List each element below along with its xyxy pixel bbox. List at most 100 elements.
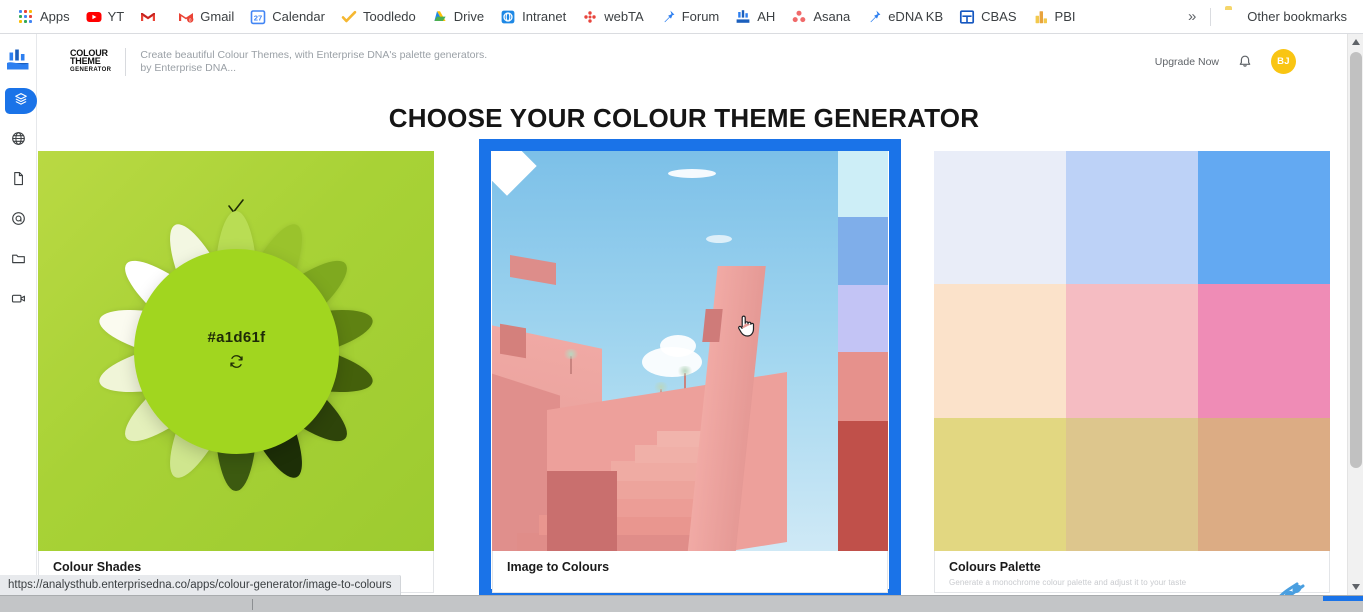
folder-icon: [11, 251, 26, 271]
palette-swatch[interactable]: [934, 151, 1066, 285]
bookmark-asana[interactable]: Asana: [783, 5, 858, 29]
app-sidebar: [0, 34, 37, 595]
bookmark-label: Drive: [453, 8, 485, 24]
sidebar-nav: [0, 88, 37, 314]
bookmark-calendar[interactable]: 27 Calendar: [242, 5, 333, 29]
bookmark-label: CBAS: [981, 8, 1017, 24]
palette-swatch[interactable]: [1198, 151, 1330, 285]
bookmark-toodledo[interactable]: Toodledo: [333, 5, 424, 29]
taskbar-accent: [1323, 596, 1363, 601]
main-content: CHOOSE YOUR COLOUR THEME GENERATOR #a1d6…: [38, 89, 1330, 595]
swatch: [838, 351, 888, 421]
bookmark-webta[interactable]: webTA: [574, 5, 652, 29]
document-icon: [11, 171, 26, 191]
sidebar-item-apps[interactable]: [4, 88, 37, 114]
colour-theme-generator-logo[interactable]: COLOUR THEME GENERATOR: [70, 49, 111, 75]
analysthub-logo[interactable]: [5, 48, 31, 72]
swatch: [838, 285, 888, 352]
bookmark-drive[interactable]: Drive: [424, 5, 492, 29]
swatch: [838, 420, 888, 551]
palette-swatch[interactable]: [934, 284, 1066, 418]
avatar[interactable]: BJ: [1271, 49, 1296, 74]
photo-preview: [492, 151, 888, 551]
webta-icon: [582, 9, 598, 25]
folder-icon: [1225, 9, 1241, 25]
analysthub-icon: [735, 9, 751, 25]
svg-text:27: 27: [254, 13, 262, 22]
cloud: [668, 169, 716, 178]
swatch: [838, 151, 888, 217]
card-thumbnail[interactable]: #a1d61f: [38, 151, 434, 551]
bookmarks-overflow-button[interactable]: »: [1180, 5, 1204, 29]
palette-swatch[interactable]: [934, 417, 1066, 551]
calendar-icon: 27: [250, 9, 266, 25]
app-tagline: Create beautiful Colour Themes, with Ent…: [140, 49, 487, 75]
page-scrollbar[interactable]: [1347, 34, 1363, 595]
window: [500, 323, 526, 359]
palette-swatch[interactable]: [1066, 284, 1198, 418]
generator-card-list: #a1d61f Colour Shades Image to Colours C…: [38, 139, 1330, 595]
bookmark-label: eDNA KB: [888, 8, 944, 24]
bookmark-forum[interactable]: Forum: [652, 5, 728, 29]
bookmark-gmail[interactable]: 0 Gmail: [170, 5, 242, 29]
card-image-to-colours[interactable]: Image to Colours: [479, 139, 901, 595]
card-thumbnail[interactable]: [934, 151, 1330, 551]
card-colour-shades[interactable]: #a1d61f Colour Shades: [38, 151, 434, 595]
palette-swatch[interactable]: [1198, 284, 1330, 418]
app-header: COLOUR THEME GENERATOR Create beautiful …: [38, 34, 1330, 89]
swatch: [838, 216, 888, 286]
sidebar-item-web[interactable]: [4, 128, 33, 154]
refresh-icon[interactable]: [228, 353, 245, 375]
power-bi-icon: [1033, 9, 1049, 25]
scrollbar-thumb[interactable]: [1350, 52, 1362, 468]
sidebar-item-documents[interactable]: [4, 168, 33, 194]
header-divider: [125, 47, 127, 76]
bookmark-label: YT: [107, 8, 125, 24]
bookmark-label: Forum: [681, 8, 720, 24]
upgrade-now-button[interactable]: Upgrade Now: [1155, 56, 1219, 68]
other-bookmarks-folder[interactable]: Other bookmarks: [1217, 5, 1355, 29]
bell-icon[interactable]: [1237, 54, 1253, 70]
pin-icon: [660, 9, 676, 25]
bookmark-mail[interactable]: [132, 5, 170, 29]
palette-swatch[interactable]: [1066, 151, 1198, 285]
card-title: Colours Palette: [949, 560, 1041, 574]
caret-down-icon[interactable]: [1348, 579, 1363, 595]
palette-swatch[interactable]: [1198, 417, 1330, 551]
bookmark-label: Calendar: [272, 8, 325, 24]
tagline-line-1: Create beautiful Colour Themes, with Ent…: [140, 48, 488, 61]
sidebar-item-target[interactable]: [4, 208, 33, 234]
palette-swatch[interactable]: [1066, 417, 1198, 551]
logo-line-3: GENERATOR: [70, 66, 112, 73]
apps-grid-icon: [18, 9, 34, 25]
bookmark-ah[interactable]: AH: [727, 5, 783, 29]
stair-shadow: [547, 471, 617, 551]
card-title: Colour Shades: [53, 560, 142, 574]
bookmarks-bar: Apps YT 0 Gmail 27 Calendar Toodledo Dri…: [0, 0, 1363, 34]
bookmark-pbi[interactable]: PBI: [1025, 5, 1084, 29]
cbas-icon: [959, 9, 975, 25]
card-footer: Image to Colours: [492, 551, 888, 593]
bookmark-label: Toodledo: [362, 8, 416, 24]
mouse-cursor: [736, 314, 756, 338]
bookmark-label: webTA: [604, 8, 644, 24]
target-icon: [11, 211, 26, 231]
sidebar-item-videos[interactable]: [4, 288, 33, 314]
bookmark-cbas[interactable]: CBAS: [951, 5, 1024, 29]
card-colours-palette[interactable]: Colours Palette Generate a monochrome co…: [934, 151, 1330, 595]
palm-tree: [562, 349, 580, 374]
bookmark-yt[interactable]: YT: [78, 5, 133, 29]
caret-up-icon[interactable]: [1348, 34, 1363, 50]
taskbar-tick: [252, 599, 253, 610]
sidebar-item-folders[interactable]: [4, 248, 33, 274]
bookmark-intranet[interactable]: Intranet: [492, 5, 574, 29]
gmail-icon: 0: [178, 9, 194, 25]
layers-icon: [14, 92, 28, 111]
bookmark-label: PBI: [1054, 8, 1076, 24]
card-thumbnail[interactable]: [492, 151, 888, 551]
bookmark-label: Asana: [813, 8, 851, 24]
bookmark-edna-kb[interactable]: eDNA KB: [858, 5, 951, 29]
colour-disc[interactable]: #a1d61f: [134, 249, 339, 454]
svg-text:0: 0: [189, 17, 192, 22]
bookmark-apps[interactable]: Apps: [10, 5, 78, 29]
